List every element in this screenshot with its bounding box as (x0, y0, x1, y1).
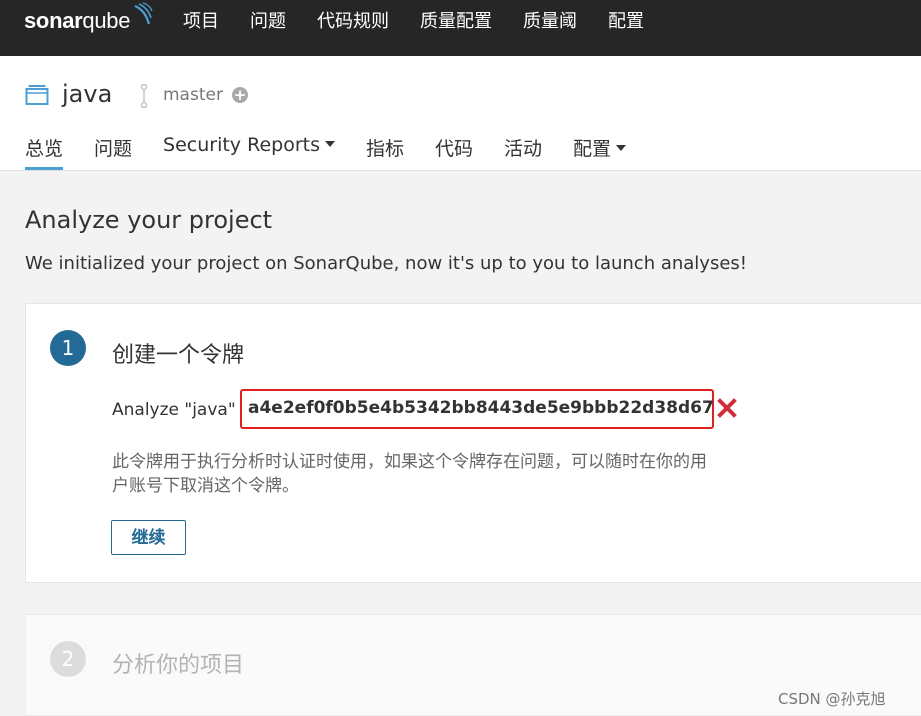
tab-issues[interactable]: 问题 (94, 134, 132, 170)
tab-security-reports[interactable]: Security Reports (163, 134, 335, 170)
page-subtitle: We initialized your project on SonarQube… (25, 253, 747, 274)
token-note: 此令牌用于执行分析时认证时使用，如果这个令牌存在问题，可以随时在你的用户账号下取… (112, 452, 707, 496)
step-title: 分析你的项目 (112, 653, 245, 678)
logo-text-qube: qube (82, 8, 131, 33)
caret-down-icon (616, 145, 627, 151)
top-nav-menu: 项目 问题 代码规则 质量配置 质量阈 配置 (183, 0, 675, 40)
nav-quality-profiles[interactable]: 质量配置 (420, 7, 492, 33)
caret-down-icon (324, 141, 335, 147)
nav-rules[interactable]: 代码规则 (317, 7, 389, 33)
step-card-create-token: 1 创建一个令牌 Analyze "java" a4e2ef0f0b5e4b53… (25, 303, 921, 583)
project-header: java master + 总览 问题 Security Reports 指标 … (0, 56, 921, 171)
step-number-badge: 1 (50, 330, 86, 366)
page-title: Analyze your project (25, 206, 273, 234)
plus-circle-icon[interactable]: + (232, 87, 248, 103)
tab-measures[interactable]: 指标 (366, 134, 404, 170)
project-icon (25, 85, 49, 105)
sonarqube-logo[interactable]: sonar qube (24, 2, 153, 38)
nav-administration[interactable]: 配置 (608, 7, 644, 33)
step-title: 创建一个令牌 (112, 343, 245, 368)
watermark: CSDN @孙克旭 (778, 690, 886, 708)
token-highlight-box: a4e2ef0f0b5e4b5342bb8443de5e9bbb22d38d67 (240, 389, 714, 429)
token-name-label: Analyze "java" (112, 400, 236, 420)
close-icon[interactable] (716, 397, 738, 419)
token-value[interactable]: a4e2ef0f0b5e4b5342bb8443de5e9bbb22d38d67 (248, 398, 714, 418)
tab-overview[interactable]: 总览 (25, 134, 64, 170)
step-number-badge: 2 (50, 641, 86, 677)
continue-button[interactable]: 继续 (111, 520, 186, 555)
nav-projects[interactable]: 项目 (183, 7, 219, 33)
nav-quality-gates[interactable]: 质量阈 (523, 7, 577, 33)
top-navigation-bar: sonar qube 项目 问题 代码规则 质量配置 质量阈 配置 (0, 0, 921, 56)
tab-administration[interactable]: 配置 (573, 134, 627, 170)
tab-code[interactable]: 代码 (435, 134, 473, 170)
branch-icon (140, 83, 148, 109)
project-name[interactable]: java (62, 80, 112, 108)
nav-issues[interactable]: 问题 (250, 7, 286, 33)
logo-text-sonar: sonar (24, 8, 83, 33)
tab-activity[interactable]: 活动 (504, 134, 542, 170)
branch-name[interactable]: master (163, 85, 223, 105)
logo-arcs-icon (134, 2, 153, 25)
project-tabs: 总览 问题 Security Reports 指标 代码 活动 配置 (25, 134, 657, 170)
